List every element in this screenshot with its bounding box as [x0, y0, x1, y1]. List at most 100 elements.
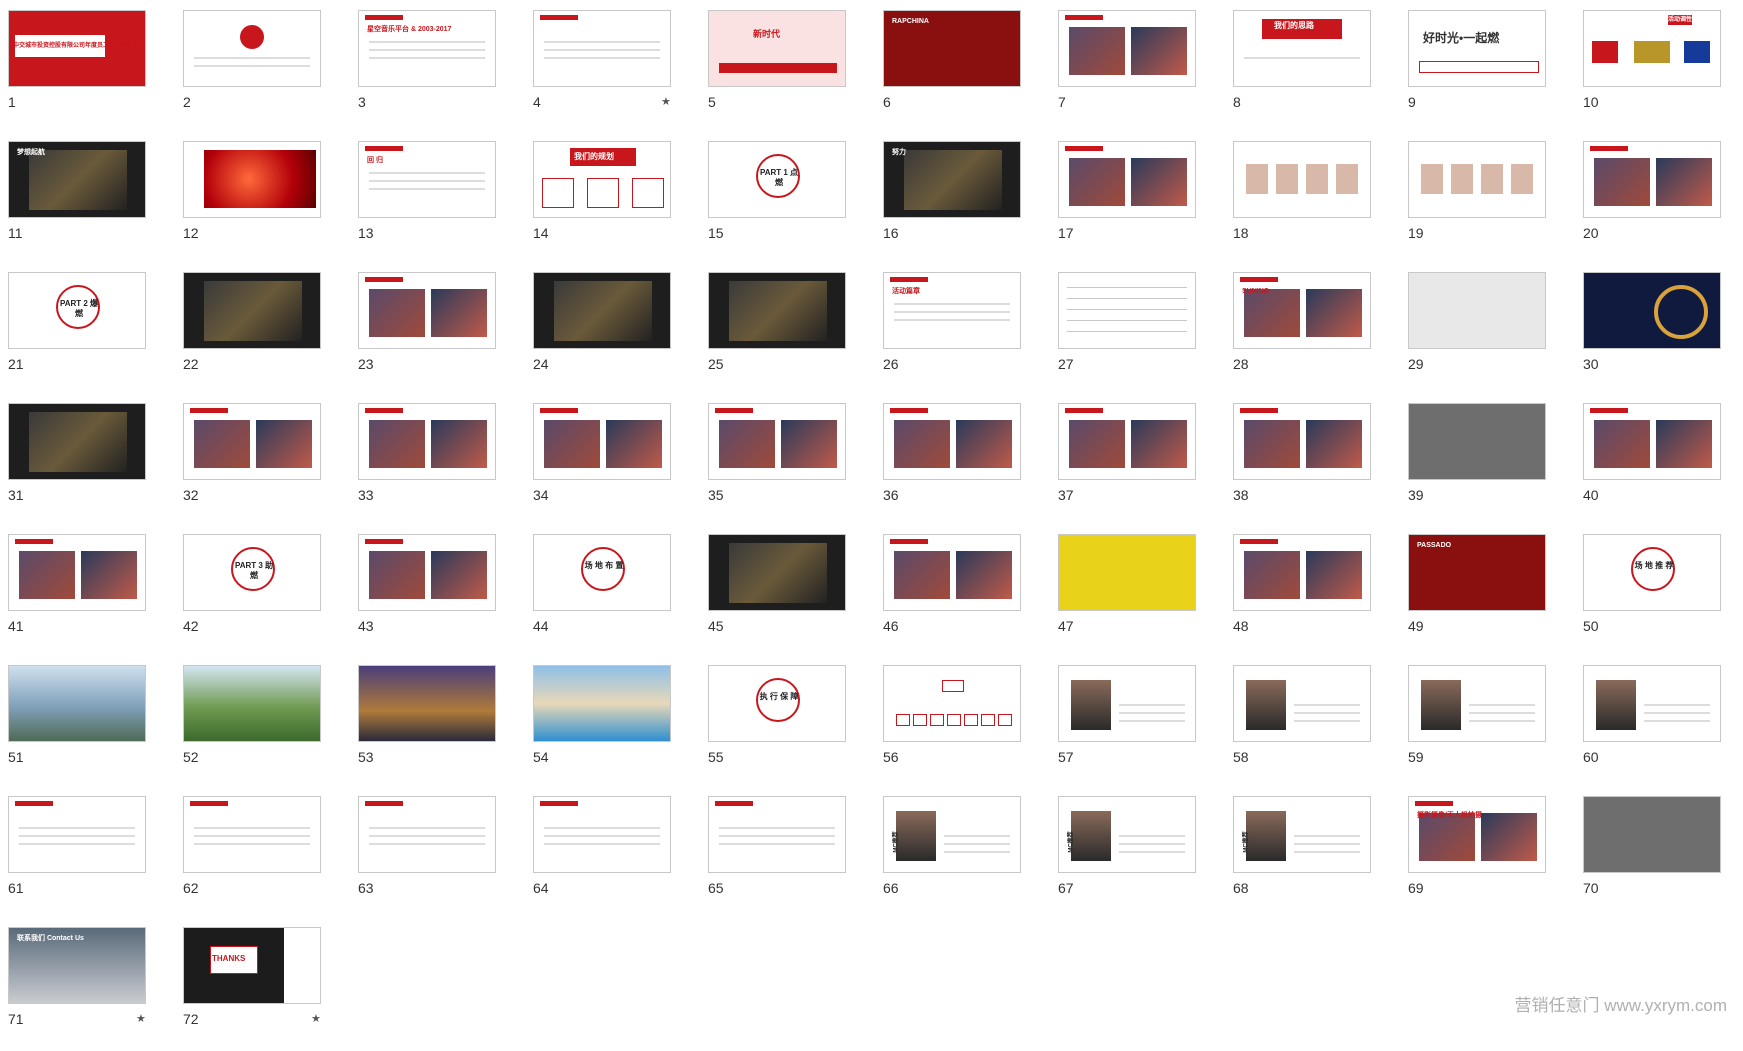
slide-thumbnail-6[interactable]: RAPCHINA 6 [883, 10, 1023, 134]
slide-number: 43 [358, 618, 374, 634]
slide-thumbnail-47[interactable]: 47 [1058, 534, 1198, 658]
slide-thumbnail-50[interactable]: 场 地 推 荐 50 [1583, 534, 1723, 658]
slide-thumbnail-55[interactable]: 执 行 保 障 55 [708, 665, 848, 789]
slide-thumbnail-68[interactable]: MC推荐 68 [1233, 796, 1373, 920]
slide-number: 13 [358, 225, 374, 241]
slide-preview [1408, 272, 1546, 349]
slide-thumbnail-38[interactable]: 38 [1233, 403, 1373, 527]
slide-preview: 活动篇章 [883, 272, 1021, 349]
slide-thumbnail-58[interactable]: 58 [1233, 665, 1373, 789]
slide-thumbnail-22[interactable]: 22 [183, 272, 323, 396]
slide-preview [533, 10, 671, 87]
slide-thumbnail-41[interactable]: 41 [8, 534, 148, 658]
slide-thumbnail-67[interactable]: MC推荐 67 [1058, 796, 1198, 920]
slide-preview [708, 272, 846, 349]
slide-thumbnail-52[interactable]: 52 [183, 665, 323, 789]
slide-preview [358, 796, 496, 873]
slide-thumbnail-24[interactable]: 24 [533, 272, 673, 396]
slide-thumbnail-27[interactable]: 27 [1058, 272, 1198, 396]
slide-thumbnail-72[interactable]: THANKS 72 ★ [183, 927, 323, 1051]
slide-thumbnail-13[interactable]: 回 归 13 [358, 141, 498, 265]
slide-thumbnail-57[interactable]: 57 [1058, 665, 1198, 789]
slide-number: 50 [1583, 618, 1599, 634]
slide-thumbnail-59[interactable]: 59 [1408, 665, 1548, 789]
slide-preview [883, 534, 1021, 611]
slide-number: 60 [1583, 749, 1599, 765]
slide-number: 24 [533, 356, 549, 372]
slide-thumbnail-56[interactable]: 56 [883, 665, 1023, 789]
slide-thumbnail-23[interactable]: 23 [358, 272, 498, 396]
slide-thumbnail-31[interactable]: 31 [8, 403, 148, 527]
slide-thumbnail-21[interactable]: PART 2 爆燃 21 [8, 272, 148, 396]
slide-number: 46 [883, 618, 899, 634]
slide-thumbnail-14[interactable]: 我们的规划 14 [533, 141, 673, 265]
slide-thumbnail-19[interactable]: 19 [1408, 141, 1548, 265]
slide-thumbnail-53[interactable]: 53 [358, 665, 498, 789]
slide-thumbnail-46[interactable]: 46 [883, 534, 1023, 658]
slide-thumbnail-61[interactable]: 61 [8, 796, 148, 920]
slide-thumbnail-42[interactable]: PART 3 助燃 42 [183, 534, 323, 658]
slide-thumbnail-69[interactable]: 摄影摄像/无人机拍摄 69 [1408, 796, 1548, 920]
slide-thumbnail-43[interactable]: 43 [358, 534, 498, 658]
slide-thumbnail-49[interactable]: PASSADO 49 [1408, 534, 1548, 658]
slide-thumbnail-48[interactable]: 48 [1233, 534, 1373, 658]
slide-number: 62 [183, 880, 199, 896]
slide-thumbnail-45[interactable]: 45 [708, 534, 848, 658]
slide-thumbnail-65[interactable]: 65 [708, 796, 848, 920]
slide-thumbnail-28[interactable]: SUNING 28 [1233, 272, 1373, 396]
slide-thumbnail-16[interactable]: 努力 16 [883, 141, 1023, 265]
slide-thumbnail-26[interactable]: 活动篇章 26 [883, 272, 1023, 396]
slide-thumbnail-11[interactable]: 梦想起航 11 [8, 141, 148, 265]
slide-thumbnail-40[interactable]: 40 [1583, 403, 1723, 527]
slide-thumbnail-51[interactable]: 51 [8, 665, 148, 789]
slide-number: 2 [183, 94, 191, 110]
slide-thumbnail-25[interactable]: 25 [708, 272, 848, 396]
slide-preview [1233, 403, 1371, 480]
slide-caption: SUNING [1242, 288, 1270, 295]
slide-preview: PASSADO [1408, 534, 1546, 611]
slide-thumbnail-10[interactable]: 活动调性 10 [1583, 10, 1723, 134]
slide-preview [8, 534, 146, 611]
slide-thumbnail-64[interactable]: 64 [533, 796, 673, 920]
slide-thumbnail-71[interactable]: 联系我们 Contact Us 71 ★ [8, 927, 148, 1051]
slide-thumbnail-60[interactable]: 60 [1583, 665, 1723, 789]
slide-thumbnail-20[interactable]: 20 [1583, 141, 1723, 265]
slide-thumbnail-18[interactable]: 18 [1233, 141, 1373, 265]
slide-thumbnail-63[interactable]: 63 [358, 796, 498, 920]
slide-thumbnail-1[interactable]: 中交城市投资控股有限公司年度员工联欢会策划方案 1 [8, 10, 148, 134]
slide-thumbnail-4[interactable]: 4 ★ [533, 10, 673, 134]
slide-number: 70 [1583, 880, 1599, 896]
slide-thumbnail-70[interactable]: 70 [1583, 796, 1723, 920]
slide-thumbnail-33[interactable]: 33 [358, 403, 498, 527]
slide-thumbnail-54[interactable]: 54 [533, 665, 673, 789]
slide-number: 44 [533, 618, 549, 634]
slide-thumbnail-15[interactable]: PART 1 点燃 15 [708, 141, 848, 265]
slide-thumbnail-35[interactable]: 35 [708, 403, 848, 527]
slide-thumbnail-30[interactable]: 30 [1583, 272, 1723, 396]
slide-caption: MC推荐 [893, 831, 900, 853]
slide-number: 37 [1058, 487, 1074, 503]
slide-preview: PART 2 爆燃 [8, 272, 146, 349]
slide-thumbnail-3[interactable]: 星空音乐平台 & 2003-2017 3 [358, 10, 498, 134]
slide-thumbnail-32[interactable]: 32 [183, 403, 323, 527]
slide-thumbnail-36[interactable]: 36 [883, 403, 1023, 527]
slide-preview [883, 403, 1021, 480]
slide-thumbnail-12[interactable]: 12 [183, 141, 323, 265]
slide-thumbnail-17[interactable]: 17 [1058, 141, 1198, 265]
slide-thumbnail-2[interactable]: 2 [183, 10, 323, 134]
slide-thumbnail-39[interactable]: 39 [1408, 403, 1548, 527]
slide-thumbnail-62[interactable]: 62 [183, 796, 323, 920]
slide-thumbnail-66[interactable]: MC推荐 66 [883, 796, 1023, 920]
slide-thumbnail-5[interactable]: 新时代 5 [708, 10, 848, 134]
slide-thumbnail-7[interactable]: 7 [1058, 10, 1198, 134]
slide-thumbnail-29[interactable]: 29 [1408, 272, 1548, 396]
slide-number: 3 [358, 94, 366, 110]
slide-thumbnail-37[interactable]: 37 [1058, 403, 1198, 527]
slide-preview [1058, 403, 1196, 480]
slide-thumbnail-34[interactable]: 34 [533, 403, 673, 527]
slide-thumbnail-9[interactable]: 好时光•一起燃 9 [1408, 10, 1548, 134]
slide-thumbnail-44[interactable]: 场 地 布 置 44 [533, 534, 673, 658]
slide-preview [1408, 141, 1546, 218]
slide-thumbnail-8[interactable]: 我们的思路 8 [1233, 10, 1373, 134]
slide-preview: 场 地 推 荐 [1583, 534, 1721, 611]
